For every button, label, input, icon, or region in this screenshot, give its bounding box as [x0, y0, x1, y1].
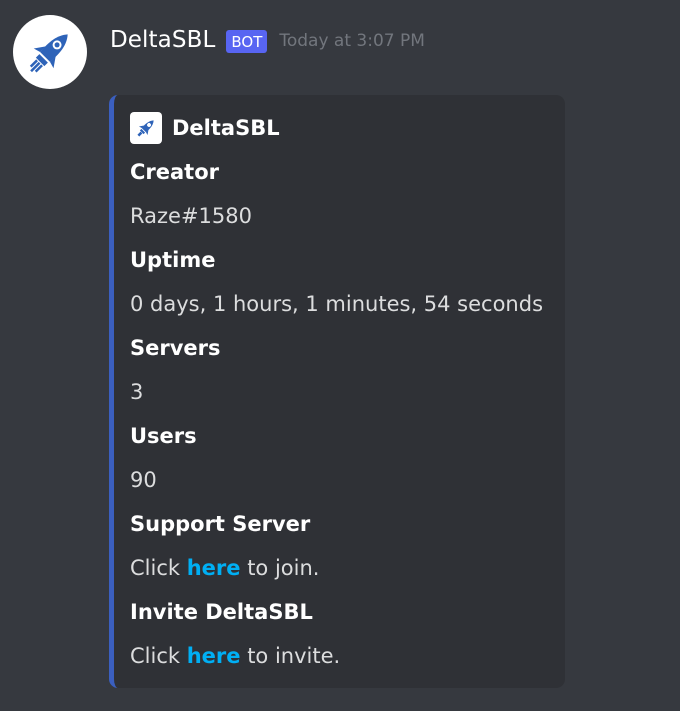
chat-message: DeltaSBL BOT Today at 3:07 PM DeltaSBL C…: [0, 0, 680, 711]
field-name: Servers: [130, 336, 221, 360]
username[interactable]: DeltaSBL: [110, 27, 215, 53]
field-value: Click here to invite.: [130, 641, 340, 671]
field-name: Creator: [130, 160, 220, 184]
field-creator: Creator Raze#1580: [130, 157, 252, 231]
field-support-server: Support Server Click here to join.: [130, 509, 319, 583]
field-name: Uptime: [130, 248, 216, 272]
field-name: Support Server: [130, 512, 311, 536]
embed-author-icon: [130, 112, 162, 144]
field-value: 90: [130, 468, 157, 492]
embed-author: DeltaSBL: [130, 112, 280, 144]
field-uptime: Uptime 0 days, 1 hours, 1 minutes, 54 se…: [130, 245, 543, 319]
field-name: Users: [130, 424, 197, 448]
field-value: 3: [130, 380, 144, 404]
field-value: 0 days, 1 hours, 1 minutes, 54 seconds: [130, 292, 544, 316]
field-users: Users 90: [130, 421, 197, 495]
field-name: Invite DeltaSBL: [130, 600, 313, 624]
rocket-icon: [137, 120, 154, 137]
message-header: DeltaSBL BOT Today at 3:07 PM: [110, 20, 425, 60]
bot-info-embed: DeltaSBL Creator Raze#1580 Uptime 0 days…: [109, 95, 565, 688]
embed-author-name: DeltaSBL: [172, 116, 280, 140]
bot-badge: BOT: [226, 29, 268, 53]
field-value: Click here to join.: [130, 553, 319, 583]
link-prefix: Click: [130, 644, 187, 668]
link-suffix: to join.: [240, 556, 320, 580]
field-servers: Servers 3: [130, 333, 221, 407]
field-value: Raze#1580: [130, 204, 252, 228]
link-prefix: Click: [130, 556, 187, 580]
bot-avatar[interactable]: [13, 15, 87, 89]
message-timestamp[interactable]: Today at 3:07 PM: [279, 31, 425, 51]
rocket-icon: [29, 34, 68, 73]
support-server-link[interactable]: here: [187, 556, 241, 580]
invite-link[interactable]: here: [187, 644, 241, 668]
field-invite: Invite DeltaSBL Click here to invite.: [130, 597, 340, 671]
link-suffix: to invite.: [240, 644, 341, 668]
